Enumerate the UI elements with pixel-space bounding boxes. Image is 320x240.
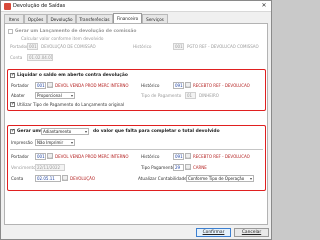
gerar-portador-code-field[interactable]: 001 [35,153,46,160]
calcular-valor-label: Calcular valor conforme item devolvido [21,36,104,41]
liquidar-portador-name: DEVOL VENDA PROD MERC INTERNO [55,83,129,88]
liquidar-checkbox[interactable] [10,72,15,78]
comissao-historico-name: PGTO REF - DEVOLUCAO COMISSAO [187,44,259,49]
title-bar: Devolução de Saídas ✕ [1,1,271,12]
gerar-historico-lookup-button[interactable]: … [185,153,191,159]
gerar-conta-code: 02.05.11 [37,176,55,181]
gerar-tipo-pag-code-field[interactable]: 29 [173,164,184,171]
close-button[interactable]: ✕ [260,1,268,11]
gerar-conta-label: Conta [11,176,24,181]
comissao-conta-label: Conta [10,55,23,60]
utilizar-tipo-pag-label: Utilizar Tipo de Pagamento do Lançamento… [17,102,125,107]
liquidar-tipo-pag-code-field[interactable]: 01 [185,92,196,99]
gerar-tipo-pag-name: CARNE [193,165,207,170]
window-title: Devolução de Saídas [13,3,66,9]
liquidar-historico-name: RECEBTO REF - DEVOLUCAO [193,83,250,88]
liquidar-historico-label: Histórico [141,83,160,88]
utilizar-tipo-pag-checkbox[interactable] [10,101,15,107]
tab-transferencias[interactable]: Transferências [76,14,113,23]
vencimento-field[interactable]: 22/11/2022 [35,164,65,171]
gerar-comissao-checkbox[interactable] [8,29,13,34]
liquidar-portador-label: Portador [11,83,29,88]
abater-select[interactable]: Proporcional [35,92,75,99]
gerar-conta-field[interactable]: 02.05.11 [35,175,61,182]
gerar-tipo-select[interactable]: Adiantamento [41,128,89,135]
gerar-historico-name: RECEBTO REF - DEVOLUCAO [193,154,250,159]
liquidar-historico-code-field[interactable]: 091 [173,82,184,89]
liquidar-portador-code-field[interactable]: 001 [35,82,46,89]
gerar-comissao-label: Gerar um Lançamento de devolução de comi… [15,29,137,34]
gerar-tipo-pag-label: Tipo Pagamento [141,165,175,170]
abater-label: Abater [11,93,26,98]
liquidar-label: Liquidar o saldo em aberto contra devolu… [17,73,128,78]
gerar-divider [10,149,263,150]
tab-itens[interactable]: Itens [4,14,24,23]
tab-servicos[interactable]: Serviços [142,14,168,23]
tab-opcoes[interactable]: Opções [24,14,47,23]
financeiro-panel: Gerar um Lançamento de devolução de comi… [4,23,268,225]
liquidar-portador-code: 001 [37,83,45,88]
gerar-portador-label: Portador [11,154,29,159]
vencimento-label: Vencimento [11,165,36,170]
gerar-checkbox[interactable] [10,128,15,134]
gerar-portador-lookup-button[interactable]: … [47,153,53,159]
liquidar-tipo-pag-name: DINHEIRO [199,93,219,98]
liquidar-historico-lookup-button[interactable]: … [185,82,191,88]
app-icon [4,3,11,10]
liquidar-tipo-pag-label: Tipo de Pagamento [141,93,182,98]
tab-financeiro[interactable]: Financeiro [113,13,142,23]
atualizar-contab-label: Atualizar Contabilidade [138,176,187,181]
comissao-conta-field[interactable]: 01.02.04.01 [27,54,53,61]
atualizar-contab-select[interactable]: Conforme Tipo de Operação [186,175,254,182]
comissao-historico-code-field[interactable]: 001 [173,43,184,50]
confirm-button-label: Confirmar [202,230,225,235]
gerar-historico-label: Histórico [141,154,160,159]
gerar-historico-code: 091 [175,154,183,159]
tab-devolucao[interactable]: Devolução [47,14,76,23]
liquidar-historico-code: 091 [175,83,183,88]
liquidar-portador-lookup-button[interactable]: … [47,82,53,88]
gerar-tipo-pag-lookup-button[interactable]: … [185,164,191,170]
gerar-portador-name: DEVOL VENDA PROD MERC INTERNO [55,154,129,159]
comissao-portador-code-field[interactable]: 001 [27,43,38,50]
comissao-portador-label: Portador [10,44,28,49]
comissao-portador-name: DEVOLUÇÃO DE COMISSÃO [41,44,96,49]
gerar-portador-code: 001 [37,154,45,159]
impressao-label: Impressão [11,140,33,145]
cancel-button-label: Cancelar [241,230,262,235]
impressao-select[interactable]: Não Imprimir [35,139,75,146]
confirm-button[interactable]: Confirmar [196,228,231,237]
comissao-historico-label: Histórico [133,44,152,49]
gerar-tipo-pag-code: 29 [175,165,181,170]
dialog-window: Devolução de Saídas ✕ Itens Opções Devol… [0,0,272,240]
gerar-conta-name: DEVOLUÇÃO [70,176,95,181]
gerar-conta-lookup-button[interactable]: … [62,175,68,181]
gerar-suffix-label: do valor que falta para completar o tota… [93,129,220,134]
cancel-button[interactable]: Cancelar [234,228,269,237]
gerar-historico-code-field[interactable]: 091 [173,153,184,160]
